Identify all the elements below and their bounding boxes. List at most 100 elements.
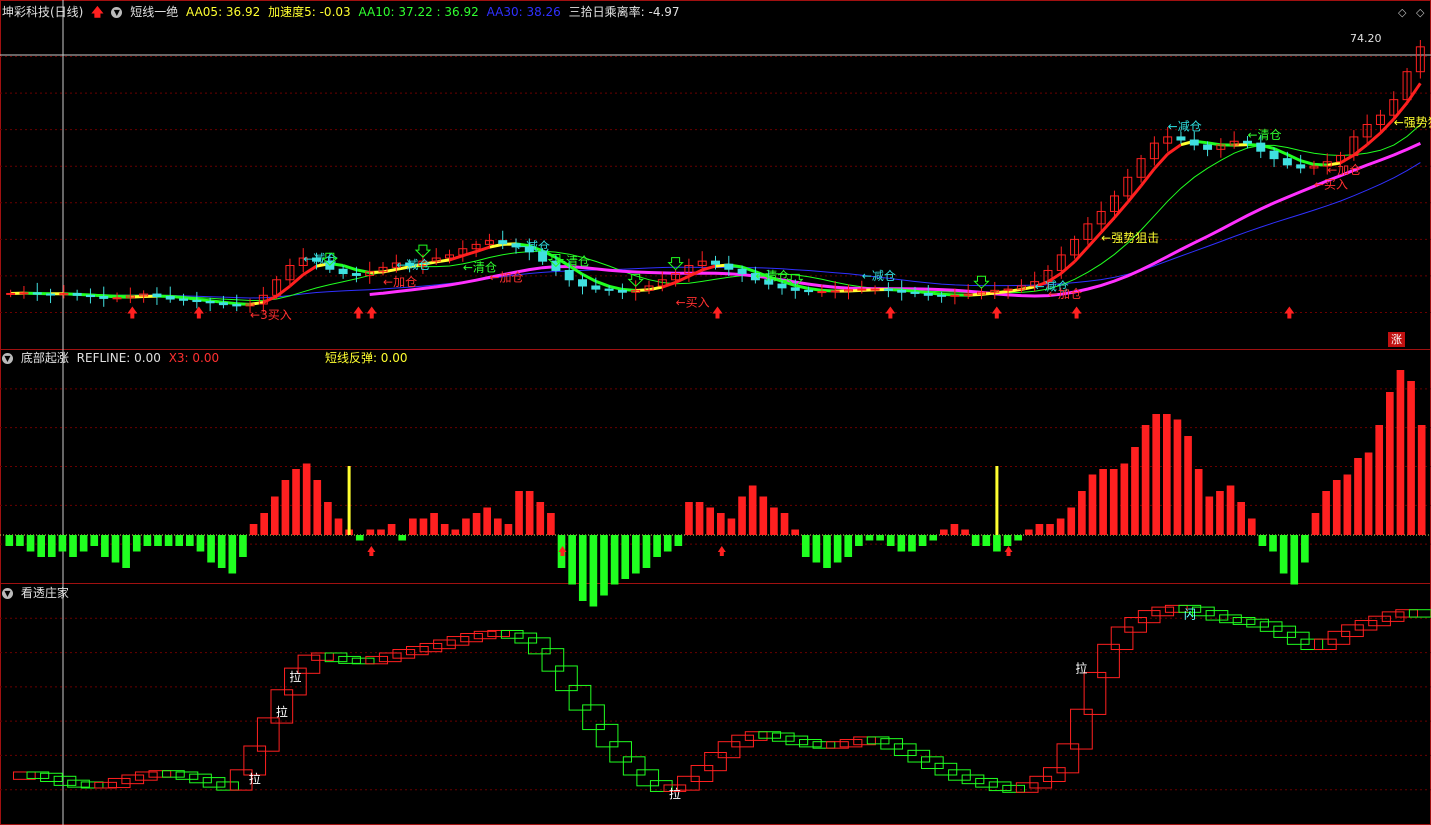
histogram-bar [801, 535, 810, 557]
candle-body [351, 273, 361, 276]
candle-body [72, 292, 82, 296]
signal-label: ←减仓 [516, 240, 550, 254]
box-candle [1246, 618, 1269, 628]
histogram-bar [823, 535, 831, 568]
box-candle [907, 749, 931, 763]
box-candle [378, 652, 402, 663]
histogram-bar [1056, 518, 1065, 535]
candle-body [737, 268, 747, 275]
histogram-bar [69, 535, 77, 557]
histogram-bar [1237, 502, 1245, 535]
candle-body [870, 288, 880, 291]
box-candle [744, 731, 768, 741]
histogram-bar [950, 524, 959, 535]
buy-arrow-icon [991, 306, 1002, 319]
histogram-bar [249, 524, 258, 535]
box-candle [473, 630, 497, 640]
fast-ma-segment [648, 285, 663, 292]
histogram-bar [536, 502, 545, 535]
histogram-bar [1035, 524, 1044, 535]
histogram-bar [440, 524, 449, 535]
accel-value: 加速度5: -0.03 [268, 5, 351, 19]
diamond-icon[interactable]: ◇ [1416, 4, 1424, 22]
fast-ma-segment [1060, 260, 1076, 275]
histogram-bar [568, 535, 576, 585]
main-header: 坤彩科技(日线) 🡅 ▼ 短线一绝 AA05: 36.92 加速度5: -0.0… [2, 3, 684, 21]
histogram-bar [610, 535, 619, 585]
histogram-bar [451, 529, 460, 535]
histogram-bar [186, 535, 194, 546]
candle-body [99, 296, 109, 299]
histogram-bar [547, 513, 555, 535]
box-candle [771, 732, 795, 742]
box-candle [893, 743, 917, 757]
histogram-bar [355, 535, 364, 541]
histogram-bar [1120, 463, 1129, 535]
chevron-down-icon[interactable]: ▼ [111, 7, 123, 18]
histogram-bar [1322, 491, 1330, 535]
box-candle [1029, 775, 1053, 789]
box-candle [1070, 708, 1093, 750]
histogram-bar [101, 535, 109, 557]
panel3-header: ▼ 看透庄家 [2, 584, 73, 602]
candle-body [1296, 164, 1306, 169]
histogram-bar [1163, 414, 1171, 535]
box-candle [690, 764, 714, 782]
histogram-bar [727, 518, 736, 535]
candle-body [165, 296, 175, 300]
histogram-bar [504, 524, 513, 535]
histogram-bar [855, 535, 863, 546]
fast-ma-segment [1379, 118, 1395, 135]
fast-ma-segment [275, 284, 291, 298]
candle-body [179, 298, 189, 301]
histogram-bar [26, 535, 35, 552]
box-candle [934, 762, 958, 776]
histogram-bar [706, 507, 715, 535]
box-candle [406, 645, 429, 656]
box-candle [1408, 609, 1431, 618]
histogram-bar [462, 518, 470, 535]
histogram-bar [1109, 469, 1118, 535]
histogram-bar [164, 535, 173, 546]
histogram-bar [1354, 458, 1362, 535]
buy-arrow-icon [193, 306, 204, 319]
histogram-bar [270, 496, 279, 535]
histogram-bar [472, 513, 481, 535]
box-candle [1110, 626, 1134, 651]
histogram-bar [302, 463, 311, 535]
histogram-bar [1216, 491, 1224, 535]
histogram-bar [1152, 414, 1161, 535]
zhang-badge: 涨 [1388, 332, 1405, 347]
box-candle [582, 704, 605, 731]
histogram-bar [653, 535, 661, 557]
signal-label: ←强势狙击 [1394, 115, 1431, 129]
box-candle [1002, 784, 1025, 793]
chart-frame [0, 0, 1431, 825]
histogram-bar [876, 535, 884, 541]
candle-body [19, 292, 29, 295]
buy-arrow-icon [1284, 306, 1295, 319]
histogram-bar [1269, 535, 1277, 552]
candle-body [1269, 150, 1279, 160]
histogram-bar [90, 535, 99, 546]
candle-body [1203, 144, 1213, 150]
box-candle [961, 774, 985, 785]
diamond-icon[interactable]: ◇ [1398, 4, 1406, 22]
x3-value: X3: 0.00 [168, 351, 220, 365]
box-candle [1327, 630, 1351, 645]
box-candle [1286, 631, 1310, 645]
histogram-bar [1184, 436, 1192, 535]
box-candle [1219, 614, 1242, 624]
stock-chart[interactable]: ←减仓 ←减仓 ←清仓←减仓←清仓←加仓 ←加仓←买入←清仓 ←减仓←减仓←加仓←3买入… [0, 0, 1431, 825]
box-candle [311, 652, 334, 661]
rebound-value: 短线反弹: 0.00 [324, 351, 408, 365]
candle-body [897, 289, 907, 293]
box-candle [785, 735, 809, 746]
histogram-bar [47, 535, 56, 557]
chevron-down-icon[interactable]: ▼ [2, 588, 13, 599]
candle-body [817, 291, 827, 294]
histogram-bar [366, 529, 375, 535]
buy-arrow-icon [127, 306, 138, 319]
box-candle [731, 734, 754, 748]
chevron-down-icon[interactable]: ▼ [2, 353, 13, 364]
